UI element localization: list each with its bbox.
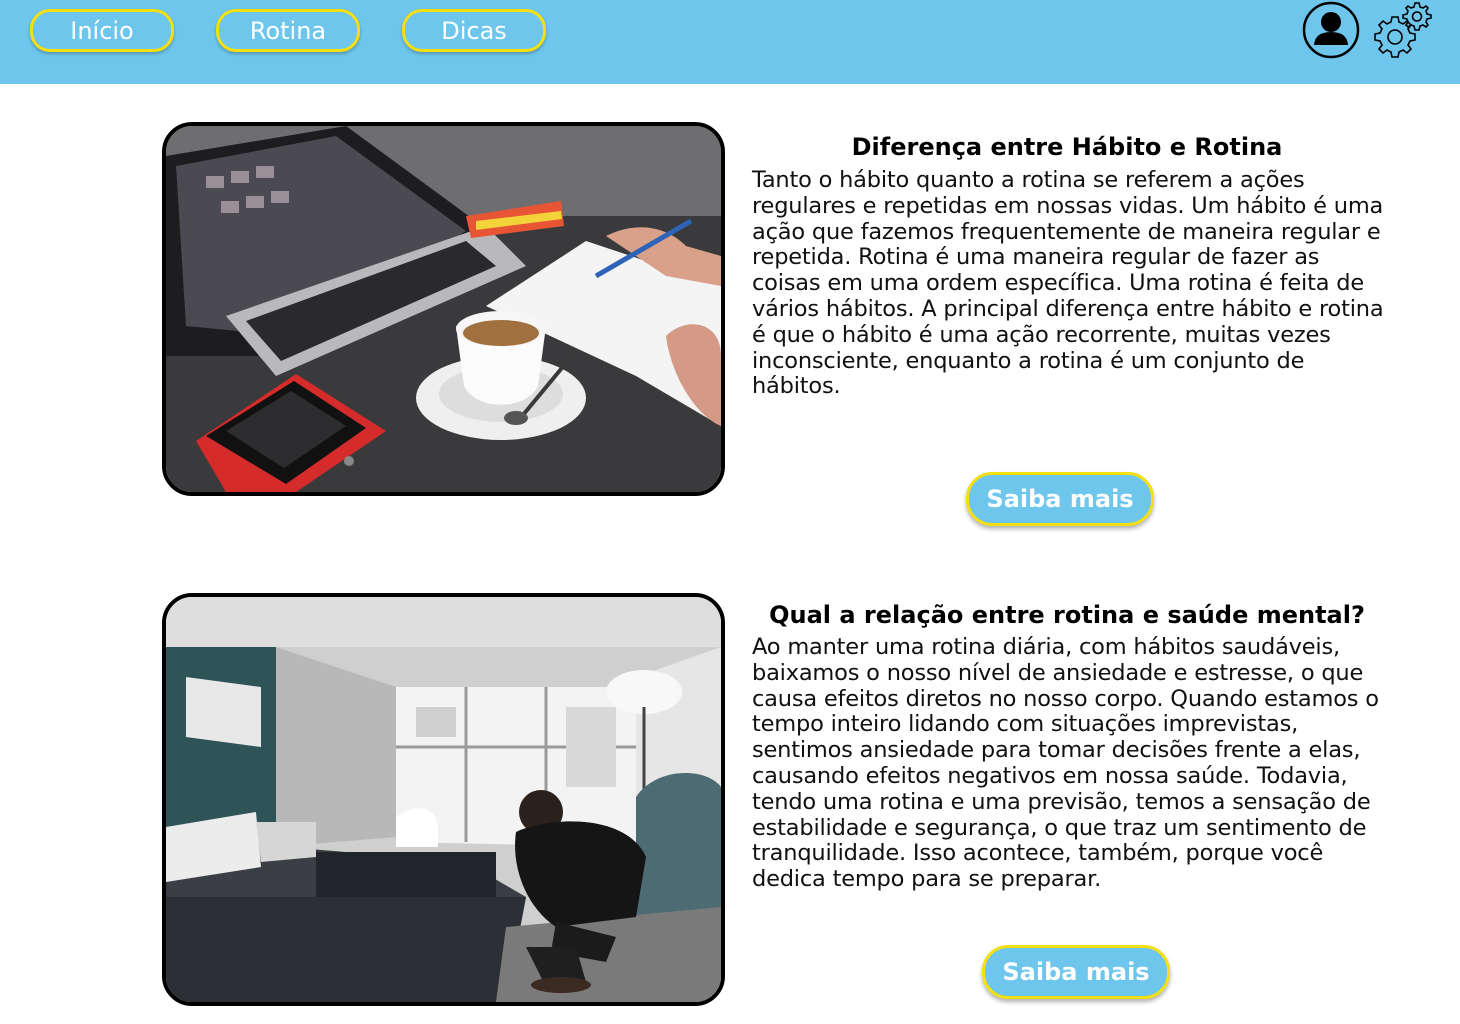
nav-inicio-button[interactable]: Início xyxy=(30,9,174,52)
gear-icon[interactable] xyxy=(1373,0,1433,60)
article-title: Diferença entre Hábito e Rotina xyxy=(851,133,1283,161)
saiba-mais-button[interactable]: Saiba mais xyxy=(966,472,1154,526)
saiba-mais-button[interactable]: Saiba mais xyxy=(982,945,1170,999)
article-body: Ao manter uma rotina diária, com hábitos… xyxy=(752,634,1379,893)
nav-rotina-button[interactable]: Rotina xyxy=(216,9,360,52)
article-title: Qual a relação entre rotina e saúde ment… xyxy=(769,601,1365,629)
top-navigation-bar: Início Rotina Dicas xyxy=(0,0,1460,84)
user-profile-icon[interactable] xyxy=(1302,1,1360,59)
laptop-coffee-desk-photo xyxy=(162,122,725,496)
nav-dicas-button[interactable]: Dicas xyxy=(402,9,546,52)
bedroom-man-tying-shoes-photo xyxy=(162,593,725,1006)
article-body: Tanto o hábito quanto a rotina se refere… xyxy=(752,167,1384,400)
